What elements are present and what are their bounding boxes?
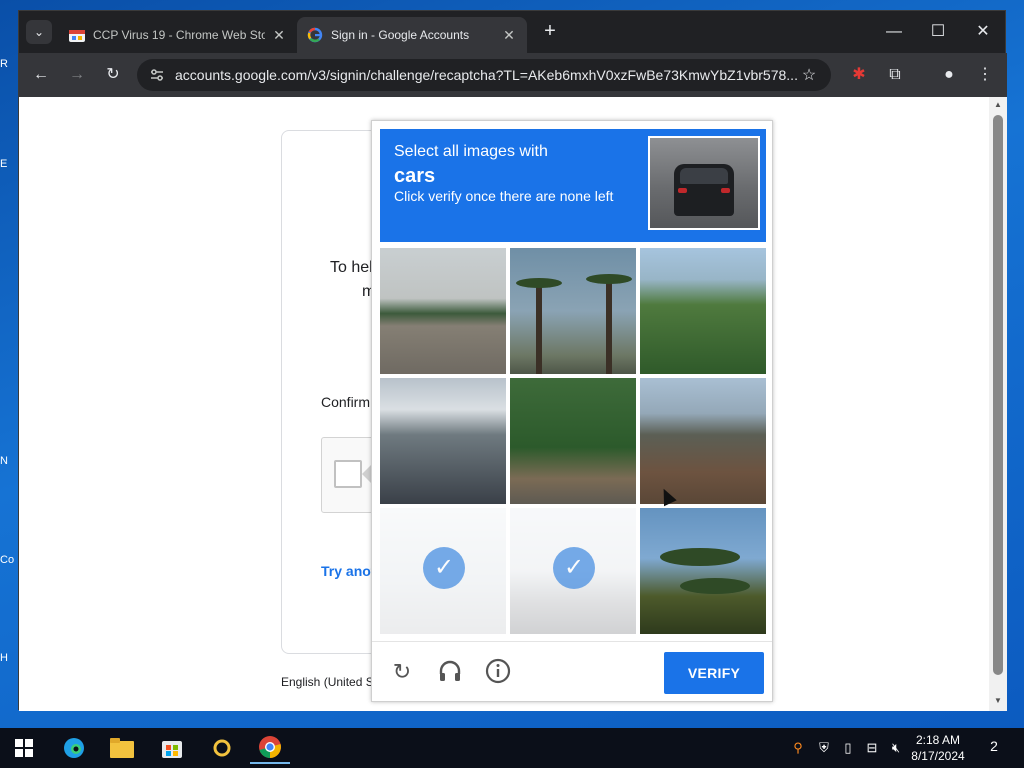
store-icon[interactable] bbox=[152, 732, 192, 764]
page-scrollbar[interactable]: ▲ ▼ bbox=[989, 97, 1007, 711]
desktop-icon-label[interactable]: N bbox=[0, 455, 18, 477]
desktop-icon-label[interactable]: E bbox=[0, 158, 18, 180]
signin-heading-fragment: To hel bbox=[330, 259, 373, 276]
address-bar[interactable]: accounts.google.com/v3/signin/challenge/… bbox=[137, 59, 831, 91]
reload-icon[interactable]: ↻ bbox=[388, 658, 416, 686]
palm-trunk bbox=[536, 286, 542, 374]
image-tile-4[interactable] bbox=[380, 378, 506, 504]
maximize-button[interactable]: ☐ bbox=[918, 19, 958, 45]
tab-strip: ⌄ CCP Virus 19 - Chrome Web Sto ✕ Sign i… bbox=[19, 11, 1007, 53]
image-tile-9[interactable] bbox=[640, 508, 766, 634]
bookmark-star-icon[interactable]: ☆ bbox=[797, 65, 821, 85]
tab-search-button[interactable]: ⌄ bbox=[26, 20, 52, 44]
close-icon[interactable]: ✕ bbox=[271, 27, 287, 44]
reload-icon[interactable]: ↻ bbox=[101, 63, 125, 87]
instruction-line: Select all images with bbox=[394, 143, 548, 160]
taillight bbox=[678, 188, 687, 193]
chevron-down-icon: ⌄ bbox=[33, 25, 45, 39]
recaptcha-header: Select all images with cars Click verify… bbox=[380, 129, 766, 242]
close-icon[interactable]: ✕ bbox=[501, 27, 517, 44]
image-tile-2[interactable] bbox=[510, 248, 636, 374]
extensions-puzzle-icon[interactable]: ⧉ bbox=[883, 63, 907, 87]
desktop-icon-label[interactable]: R bbox=[0, 58, 18, 80]
palm-frond bbox=[660, 548, 740, 566]
tab-chrome-web-store[interactable]: CCP Virus 19 - Chrome Web Sto ✕ bbox=[59, 17, 297, 53]
app-ring-icon[interactable] bbox=[202, 732, 242, 764]
forward-icon[interactable]: → bbox=[65, 63, 89, 87]
tab-title: Sign in - Google Accounts bbox=[331, 28, 470, 42]
close-window-button[interactable]: ✕ bbox=[963, 19, 1003, 45]
notification-center-icon[interactable]: 2 bbox=[982, 738, 1006, 760]
network-icon[interactable]: ⊟ bbox=[862, 738, 882, 758]
recaptcha-footer: ↻ VERIFY bbox=[372, 641, 772, 701]
edge-icon[interactable] bbox=[54, 732, 94, 764]
recaptcha-challenge: Select all images with cars Click verify… bbox=[371, 120, 773, 702]
image-tile-8[interactable]: ✓ bbox=[510, 508, 636, 634]
scroll-up-icon[interactable]: ▲ bbox=[989, 97, 1007, 113]
windows-start-icon[interactable] bbox=[4, 732, 44, 764]
security-shield-icon[interactable]: ⛨ bbox=[814, 738, 834, 758]
battery-icon[interactable]: ▯ bbox=[838, 738, 858, 758]
taillight bbox=[721, 188, 730, 193]
info-icon[interactable] bbox=[484, 658, 512, 686]
checkmark-icon: ✓ bbox=[423, 547, 465, 589]
tab-title: CCP Virus 19 - Chrome Web Sto bbox=[93, 28, 265, 42]
confirm-text: Confirm bbox=[321, 394, 371, 410]
recaptcha-checkbox[interactable] bbox=[334, 460, 362, 488]
image-tile-3[interactable] bbox=[640, 248, 766, 374]
search-tray-icon[interactable]: ⚲ bbox=[788, 738, 808, 758]
web-store-icon bbox=[69, 27, 85, 43]
image-tile-1[interactable] bbox=[380, 248, 506, 374]
site-info-icon[interactable] bbox=[145, 63, 169, 87]
verify-button[interactable]: VERIFY bbox=[664, 652, 764, 694]
new-tab-button[interactable]: + bbox=[539, 21, 561, 43]
instruction-target: cars bbox=[394, 165, 436, 187]
chrome-taskbar-icon[interactable] bbox=[250, 732, 290, 764]
scroll-down-icon[interactable]: ▼ bbox=[989, 693, 1007, 709]
menu-kebab-icon[interactable]: ⋮ bbox=[973, 63, 997, 87]
tab-google-sign-in[interactable]: Sign in - Google Accounts ✕ bbox=[297, 17, 527, 53]
system-clock[interactable]: 2:18 AM 8/17/2024 bbox=[903, 732, 973, 764]
windows-taskbar: ⚲ ⛨ ▯ ⊟ 🔇︎ 2:18 AM 8/17/2024 2 bbox=[0, 728, 1024, 768]
sample-image bbox=[648, 136, 760, 230]
file-explorer-icon[interactable] bbox=[102, 732, 142, 764]
sample-car-window bbox=[680, 168, 728, 184]
notification-count: 2 bbox=[990, 738, 998, 754]
image-grid: ✓ ✓ bbox=[380, 248, 766, 634]
headphones-icon[interactable] bbox=[436, 658, 464, 686]
palm-frond bbox=[586, 274, 632, 284]
clock-time: 2:18 AM bbox=[915, 733, 961, 747]
desktop-icon-label[interactable]: Co bbox=[0, 554, 18, 576]
instruction-line: Click verify once there are none left bbox=[394, 188, 614, 204]
palm-frond bbox=[516, 278, 562, 288]
palm-trunk bbox=[606, 282, 612, 374]
try-another-way-link[interactable]: Try anot bbox=[321, 563, 375, 579]
checkmark-icon: ✓ bbox=[553, 547, 595, 589]
image-tile-7[interactable]: ✓ bbox=[380, 508, 506, 634]
palm-frond bbox=[680, 578, 750, 594]
image-tile-6[interactable] bbox=[640, 378, 766, 504]
scroll-thumb[interactable] bbox=[993, 115, 1003, 675]
image-tile-5[interactable] bbox=[510, 378, 636, 504]
desktop-icon-label[interactable]: H bbox=[0, 652, 18, 674]
minimize-button[interactable]: — bbox=[874, 19, 914, 45]
profile-icon[interactable]: ● bbox=[937, 63, 961, 87]
browser-toolbar: ← → ↻ accounts.google.com/v3/signin/chal… bbox=[19, 53, 1007, 97]
extension-red-icon[interactable]: ✱ bbox=[847, 63, 871, 87]
google-icon bbox=[307, 27, 323, 43]
back-icon[interactable]: ← bbox=[29, 63, 53, 87]
url-text[interactable]: accounts.google.com/v3/signin/challenge/… bbox=[175, 67, 797, 83]
clock-date: 8/17/2024 bbox=[911, 749, 965, 763]
language-selector[interactable]: English (United S bbox=[281, 675, 374, 689]
